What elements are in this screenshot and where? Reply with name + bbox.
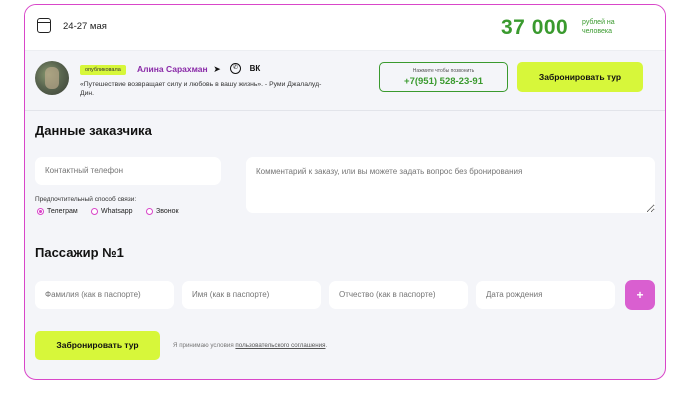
author-row: опубликовала Алина Сарахман ➤ ✆ ВК «Путе…: [25, 51, 665, 111]
call-hint: Нажмите чтобы позвонить: [412, 68, 475, 74]
booking-card: 24-27 мая 37 000 рублей на человека опуб…: [24, 4, 666, 380]
tour-price: 37 000: [501, 16, 569, 39]
contact-option-telegram[interactable]: Телеграм: [37, 208, 78, 215]
published-badge: опубликовала: [80, 65, 126, 75]
call-phone: +7(951) 528-23-91: [404, 76, 483, 87]
contact-phone-input[interactable]: [35, 157, 221, 185]
comment-textarea[interactable]: [246, 157, 655, 213]
birth-date-input[interactable]: [476, 281, 615, 309]
telegram-icon[interactable]: ➤: [211, 63, 223, 75]
contact-method-label: Предпочтительный способ связи:: [35, 196, 137, 203]
add-passenger-button[interactable]: +: [625, 280, 655, 310]
contact-option-call[interactable]: Звонок: [146, 208, 179, 215]
terms-notice: Я принимаю условия пользовательского сог…: [173, 342, 327, 349]
vk-icon[interactable]: ВК: [249, 63, 261, 75]
customer-section-title: Данные заказчика: [35, 123, 152, 138]
tour-summary-bar: 24-27 мая 37 000 рублей на человека: [25, 5, 665, 51]
calendar-icon: [37, 18, 51, 33]
terms-end: .: [325, 342, 328, 349]
call-button[interactable]: Нажмите чтобы позвонить +7(951) 528-23-9…: [379, 62, 508, 92]
surname-input[interactable]: [35, 281, 174, 309]
passenger-section-title: Пассажир №1: [35, 245, 124, 260]
terms-link[interactable]: пользовательского соглашения: [235, 342, 325, 349]
contact-option-whatsapp[interactable]: Whatsapp: [91, 208, 133, 215]
terms-text: Я принимаю условия: [173, 342, 236, 349]
first-name-input[interactable]: [182, 281, 321, 309]
whatsapp-icon[interactable]: ✆: [230, 63, 241, 74]
book-tour-top-button[interactable]: Забронировать тур: [517, 62, 643, 92]
book-tour-bottom-button[interactable]: Забронировать тур: [35, 331, 160, 360]
author-quote: «Путешествие возвращает силу и любовь в …: [80, 81, 322, 97]
patronymic-input[interactable]: [329, 281, 468, 309]
author-name-link[interactable]: Алина Сарахман: [137, 64, 208, 74]
author-avatar: [35, 61, 69, 95]
price-unit: рублей на человека: [582, 19, 615, 35]
tour-dates: 24-27 мая: [63, 21, 107, 32]
